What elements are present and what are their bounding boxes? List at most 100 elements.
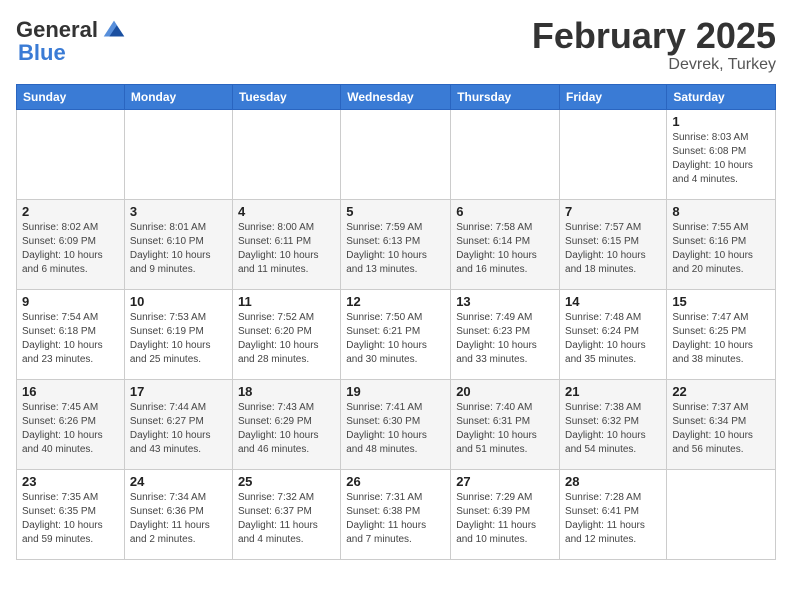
day-info: Sunrise: 7:57 AM Sunset: 6:15 PM Dayligh… — [565, 221, 661, 277]
day-number: 23 — [22, 474, 119, 489]
week-row-3: 9Sunrise: 7:54 AM Sunset: 6:18 PM Daylig… — [17, 289, 776, 379]
day-info: Sunrise: 7:49 AM Sunset: 6:23 PM Dayligh… — [456, 311, 554, 367]
day-number: 28 — [565, 474, 661, 489]
calendar-cell: 10 Sunrise: 7:53 AM Sunset: 6:19 PM Dayli… — [124, 289, 232, 379]
calendar-cell: 20 Sunrise: 7:40 AM Sunset: 6:31 PM Dayli… — [451, 379, 560, 469]
day-number: 1 — [672, 114, 770, 129]
calendar-cell: 27 Sunrise: 7:29 AM Sunset: 6:39 PM Dayli… — [451, 469, 560, 559]
calendar-cell: 9Sunrise: 7:54 AM Sunset: 6:18 PM Daylig… — [17, 289, 125, 379]
day-info: Sunrise: 8:01 AM Sunset: 6:10 PM Dayligh… — [130, 221, 227, 277]
day-number: 4 — [238, 204, 335, 219]
day-info: Sunrise: 7:53 AM Sunset: 6:19 PM Dayligh… — [130, 311, 227, 367]
calendar-cell — [232, 109, 340, 199]
day-number: 13 — [456, 294, 554, 309]
calendar-cell: 18 Sunrise: 7:43 AM Sunset: 6:29 PM Dayli… — [232, 379, 340, 469]
calendar-cell: 24 Sunrise: 7:34 AM Sunset: 6:36 PM Dayli… — [124, 469, 232, 559]
day-number: 25 — [238, 474, 335, 489]
week-row-5: 23 Sunrise: 7:35 AM Sunset: 6:35 PM Dayli… — [17, 469, 776, 559]
day-number: 22 — [672, 384, 770, 399]
day-number: 3 — [130, 204, 227, 219]
calendar-cell: 21 Sunrise: 7:38 AM Sunset: 6:32 PM Dayli… — [560, 379, 667, 469]
day-info: Sunrise: 7:28 AM Sunset: 6:41 PM Dayligh… — [565, 491, 661, 547]
day-info: Sunrise: 7:50 AM Sunset: 6:21 PM Dayligh… — [346, 311, 445, 367]
week-row-1: 1 Sunrise: 8:03 AM Sunset: 6:08 PM Daylig… — [17, 109, 776, 199]
day-info: Sunrise: 7:52 AM Sunset: 6:20 PM Dayligh… — [238, 311, 335, 367]
calendar-cell: 4 Sunrise: 8:00 AM Sunset: 6:11 PM Daylig… — [232, 199, 340, 289]
calendar-cell: 8Sunrise: 7:55 AM Sunset: 6:16 PM Daylig… — [667, 199, 776, 289]
day-number: 18 — [238, 384, 335, 399]
day-info: Sunrise: 7:43 AM Sunset: 6:29 PM Dayligh… — [238, 401, 335, 457]
day-number: 7 — [565, 204, 661, 219]
day-number: 10 — [130, 294, 227, 309]
month-title: February 2025 — [532, 16, 776, 56]
day-info: Sunrise: 7:31 AM Sunset: 6:38 PM Dayligh… — [346, 491, 445, 547]
weekday-header-tuesday: Tuesday — [232, 84, 340, 109]
weekday-header-wednesday: Wednesday — [341, 84, 451, 109]
day-number: 9 — [22, 294, 119, 309]
day-number: 26 — [346, 474, 445, 489]
day-number: 20 — [456, 384, 554, 399]
day-info: Sunrise: 7:58 AM Sunset: 6:14 PM Dayligh… — [456, 221, 554, 277]
calendar-cell: 12 Sunrise: 7:50 AM Sunset: 6:21 PM Dayli… — [341, 289, 451, 379]
day-info: Sunrise: 7:44 AM Sunset: 6:27 PM Dayligh… — [130, 401, 227, 457]
weekday-header-saturday: Saturday — [667, 84, 776, 109]
day-info: Sunrise: 8:00 AM Sunset: 6:11 PM Dayligh… — [238, 221, 335, 277]
calendar-cell: 3 Sunrise: 8:01 AM Sunset: 6:10 PM Daylig… — [124, 199, 232, 289]
calendar-cell — [341, 109, 451, 199]
day-info: Sunrise: 7:47 AM Sunset: 6:25 PM Dayligh… — [672, 311, 770, 367]
day-info: Sunrise: 7:40 AM Sunset: 6:31 PM Dayligh… — [456, 401, 554, 457]
logo-icon — [100, 16, 128, 44]
calendar-cell: 1 Sunrise: 8:03 AM Sunset: 6:08 PM Daylig… — [667, 109, 776, 199]
day-info: Sunrise: 7:59 AM Sunset: 6:13 PM Dayligh… — [346, 221, 445, 277]
day-number: 17 — [130, 384, 227, 399]
calendar-cell: 28 Sunrise: 7:28 AM Sunset: 6:41 PM Dayli… — [560, 469, 667, 559]
weekday-header-sunday: Sunday — [17, 84, 125, 109]
calendar-cell: 6Sunrise: 7:58 AM Sunset: 6:14 PM Daylig… — [451, 199, 560, 289]
calendar-cell: 23 Sunrise: 7:35 AM Sunset: 6:35 PM Dayli… — [17, 469, 125, 559]
calendar-cell — [17, 109, 125, 199]
calendar-cell: 19Sunrise: 7:41 AM Sunset: 6:30 PM Dayli… — [341, 379, 451, 469]
calendar-cell: 7 Sunrise: 7:57 AM Sunset: 6:15 PM Daylig… — [560, 199, 667, 289]
day-info: Sunrise: 7:48 AM Sunset: 6:24 PM Dayligh… — [565, 311, 661, 367]
day-number: 24 — [130, 474, 227, 489]
logo-blue: Blue — [18, 40, 66, 66]
day-info: Sunrise: 7:35 AM Sunset: 6:35 PM Dayligh… — [22, 491, 119, 547]
day-number: 16 — [22, 384, 119, 399]
calendar-cell — [451, 109, 560, 199]
day-number: 11 — [238, 294, 335, 309]
day-info: Sunrise: 7:38 AM Sunset: 6:32 PM Dayligh… — [565, 401, 661, 457]
calendar-cell: 26 Sunrise: 7:31 AM Sunset: 6:38 PM Dayli… — [341, 469, 451, 559]
weekday-header-thursday: Thursday — [451, 84, 560, 109]
calendar-cell — [560, 109, 667, 199]
calendar-cell: 2Sunrise: 8:02 AM Sunset: 6:09 PM Daylig… — [17, 199, 125, 289]
calendar-cell: 15Sunrise: 7:47 AM Sunset: 6:25 PM Dayli… — [667, 289, 776, 379]
day-info: Sunrise: 7:41 AM Sunset: 6:30 PM Dayligh… — [346, 401, 445, 457]
calendar-table: SundayMondayTuesdayWednesdayThursdayFrid… — [16, 84, 776, 560]
day-info: Sunrise: 8:03 AM Sunset: 6:08 PM Dayligh… — [672, 131, 770, 187]
week-row-2: 2Sunrise: 8:02 AM Sunset: 6:09 PM Daylig… — [17, 199, 776, 289]
day-number: 21 — [565, 384, 661, 399]
header: General Blue February 2025 Devrek, Turke… — [16, 16, 776, 74]
day-info: Sunrise: 7:34 AM Sunset: 6:36 PM Dayligh… — [130, 491, 227, 547]
week-row-4: 16 Sunrise: 7:45 AM Sunset: 6:26 PM Dayli… — [17, 379, 776, 469]
calendar-cell — [667, 469, 776, 559]
calendar-cell: 25 Sunrise: 7:32 AM Sunset: 6:37 PM Dayli… — [232, 469, 340, 559]
calendar-cell — [124, 109, 232, 199]
day-info: Sunrise: 7:45 AM Sunset: 6:26 PM Dayligh… — [22, 401, 119, 457]
calendar-cell: 13 Sunrise: 7:49 AM Sunset: 6:23 PM Dayli… — [451, 289, 560, 379]
calendar-cell: 22Sunrise: 7:37 AM Sunset: 6:34 PM Dayli… — [667, 379, 776, 469]
calendar-cell: 11 Sunrise: 7:52 AM Sunset: 6:20 PM Dayli… — [232, 289, 340, 379]
logo: General Blue — [16, 16, 128, 66]
day-number: 12 — [346, 294, 445, 309]
weekday-header-monday: Monday — [124, 84, 232, 109]
day-info: Sunrise: 7:32 AM Sunset: 6:37 PM Dayligh… — [238, 491, 335, 547]
day-number: 14 — [565, 294, 661, 309]
calendar-cell: 17 Sunrise: 7:44 AM Sunset: 6:27 PM Dayli… — [124, 379, 232, 469]
calendar-cell: 14 Sunrise: 7:48 AM Sunset: 6:24 PM Dayli… — [560, 289, 667, 379]
weekday-header-row: SundayMondayTuesdayWednesdayThursdayFrid… — [17, 84, 776, 109]
day-info: Sunrise: 7:55 AM Sunset: 6:16 PM Dayligh… — [672, 221, 770, 277]
day-info: Sunrise: 7:29 AM Sunset: 6:39 PM Dayligh… — [456, 491, 554, 547]
title-section: February 2025 Devrek, Turkey — [532, 16, 776, 74]
day-number: 27 — [456, 474, 554, 489]
day-number: 5 — [346, 204, 445, 219]
